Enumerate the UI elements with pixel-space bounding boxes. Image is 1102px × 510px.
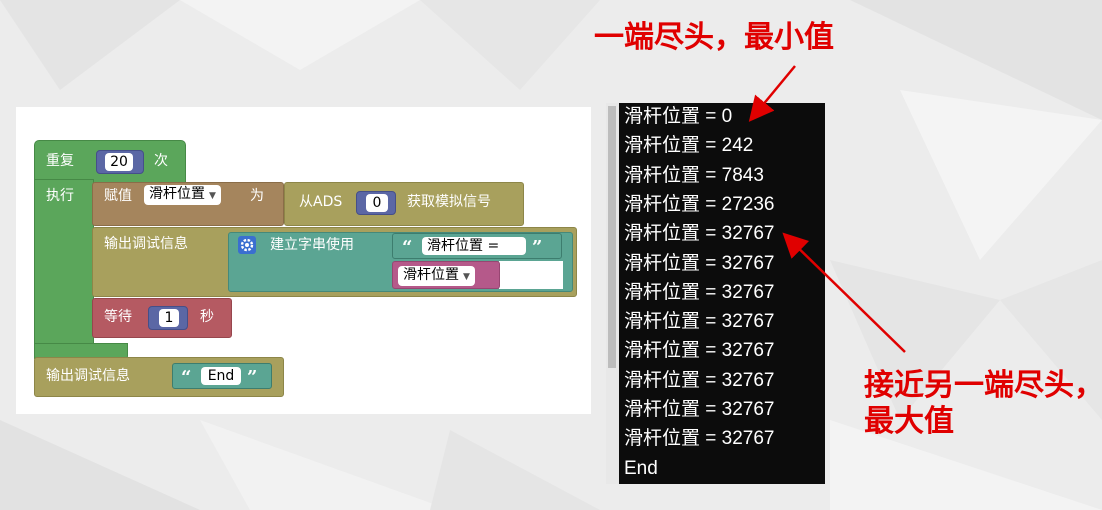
- console-line: 滑杆位置 = 32767: [624, 340, 775, 362]
- variable-name: 滑杆位置: [149, 186, 205, 202]
- max-value-note-line2: 最大值: [864, 404, 954, 439]
- string-input-socket: [499, 261, 563, 289]
- open-quote: “: [402, 237, 413, 258]
- text-literal-field[interactable]: 滑杆位置 =: [422, 237, 526, 255]
- console-line: 滑杆位置 = 27236: [624, 193, 775, 215]
- min-value-note: 一端尽头，最小值: [594, 20, 834, 55]
- end-close-quote: ”: [247, 367, 258, 388]
- end-text-field[interactable]: End: [201, 367, 241, 385]
- console-line: 滑杆位置 = 32767: [624, 399, 775, 420]
- variable-getter-dropdown[interactable]: 滑杆位置 ▼: [398, 266, 475, 286]
- console-line: 滑杆位置 = 0: [624, 106, 733, 127]
- console-line: 滑杆位置 = 32767: [624, 369, 775, 391]
- console-line: End: [624, 457, 658, 479]
- close-quote: ”: [532, 237, 543, 258]
- as-label: 为: [250, 188, 264, 204]
- chevron-down-icon: ▼: [463, 272, 470, 282]
- console-line: 滑杆位置 = 32767: [624, 223, 775, 245]
- seconds-label: 秒: [200, 309, 214, 325]
- console-line: 滑杆位置 = 32767: [624, 428, 775, 450]
- console-line: 滑杆位置 = 32767: [624, 311, 775, 333]
- console-line: 滑杆位置 = 32767: [624, 252, 775, 274]
- max-value-note-line1: 接近另一端尽头，: [864, 368, 1102, 403]
- repeat-block-body: [34, 179, 94, 359]
- create-string-label: 建立字串使用: [270, 237, 354, 253]
- times-label: 次: [154, 153, 168, 169]
- print-end-label: 输出调试信息: [46, 368, 130, 384]
- block-editor-workspace[interactable]: 重复 20 次 执行 赋值 滑杆位置 ▼ 为 从ADS 0 获取模拟信号 输出调试…: [16, 107, 591, 414]
- repeat-label: 重复: [46, 153, 74, 169]
- from-ads-label: 从ADS: [299, 194, 343, 210]
- repeat-count-field[interactable]: 20: [105, 153, 133, 171]
- debug-console: 滑杆位置 = 0 滑杆位置 = 242 滑杆位置 = 7843 滑杆位置 = 2723…: [619, 103, 825, 484]
- console-line: 滑杆位置 = 242: [624, 135, 754, 157]
- console-scrollbar-thumb[interactable]: [608, 106, 616, 368]
- gear-icon[interactable]: [238, 236, 256, 254]
- assign-label: 赋值: [104, 188, 132, 204]
- console-line: 滑杆位置 = 7843: [624, 164, 764, 186]
- end-open-quote: “: [181, 367, 192, 388]
- ads-channel-field[interactable]: 0: [366, 194, 388, 212]
- print-label: 输出调试信息: [104, 236, 188, 252]
- do-label: 执行: [46, 188, 74, 204]
- wait-label: 等待: [104, 309, 132, 325]
- get-analog-label: 获取模拟信号: [407, 194, 491, 210]
- variable-dropdown[interactable]: 滑杆位置 ▼: [144, 185, 221, 205]
- wait-seconds-field[interactable]: 1: [159, 309, 179, 327]
- console-line: 滑杆位置 = 32767: [624, 281, 775, 303]
- variable-getter-name: 滑杆位置: [403, 267, 459, 283]
- chevron-down-icon: ▼: [209, 191, 216, 201]
